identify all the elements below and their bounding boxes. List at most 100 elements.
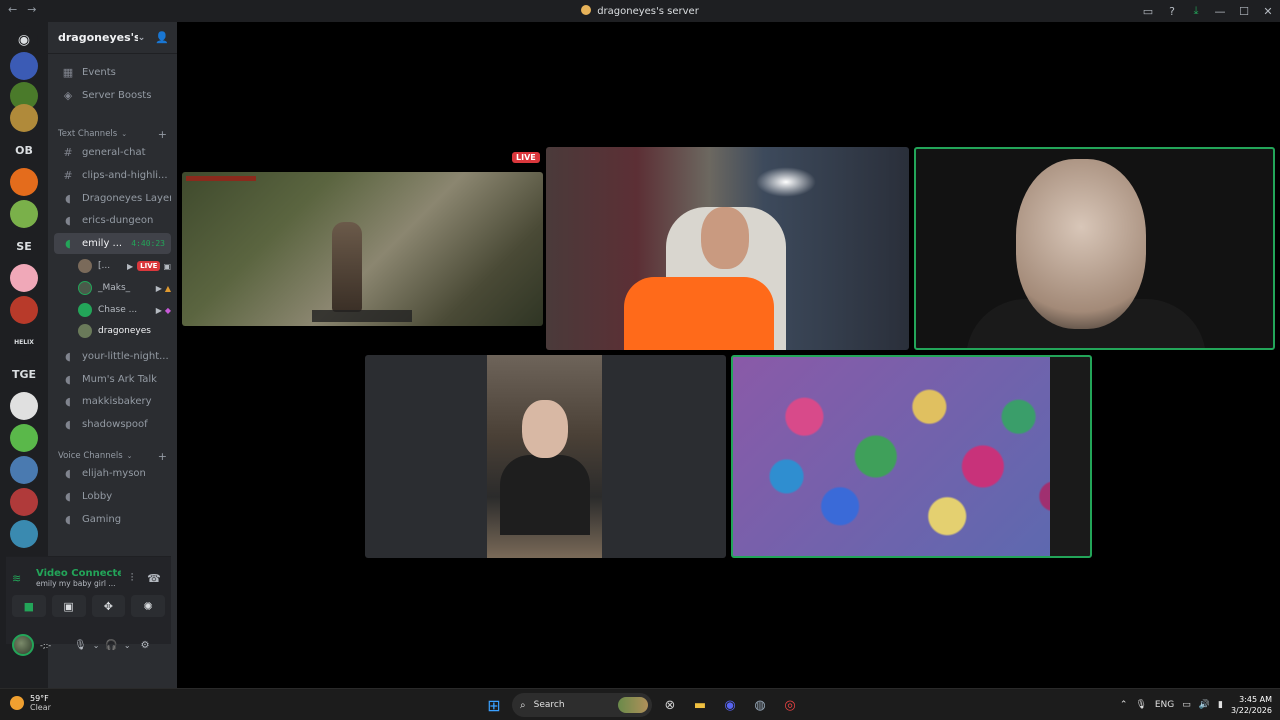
voice-user[interactable]: [... ▶ LIVE ▣ [78,256,171,276]
channel-lobby[interactable]: ◖ Lobby [54,486,171,507]
server-name: dragoneyes's ... [58,31,138,44]
category-label: Text Channels [58,129,118,139]
screen-share-button[interactable]: ▣ [51,595,86,617]
taskbar-search[interactable]: ⌕ Search [512,693,652,717]
server-icon[interactable] [10,52,38,80]
discord-taskbar-icon[interactable]: ◉ [718,693,742,717]
language-indicator[interactable]: ENG [1155,700,1174,710]
server-icon[interactable] [10,456,38,484]
minimize-button[interactable]: — [1208,5,1232,18]
voice-user[interactable]: _Maks_ ▶ ▲ [78,278,171,298]
download-icon[interactable]: ⤓ [1184,4,1208,18]
server-header[interactable]: dragoneyes's ... ⌄ 👤 [48,22,177,54]
chrome-icon[interactable]: ◎ [778,693,802,717]
server-icon[interactable] [10,520,38,548]
user-name[interactable]: -;:- [40,641,68,650]
copilot-icon[interactable]: ⊗ [658,693,682,717]
gear-icon[interactable]: ⚙ [141,640,150,651]
server-icon[interactable] [10,392,38,420]
user-bar: -;:- 🎙 ⌄ 🎧 ⌄ ⚙ [6,630,171,660]
network-icon[interactable]: ▭ [1182,700,1191,710]
channel-clips[interactable]: # clips-and-highli... [54,165,171,186]
voice-channel-name[interactable]: emily my baby girl ... [36,579,121,588]
speaker-icon: ◖ [65,214,71,227]
windows-start-icon[interactable]: ⊞ [482,693,506,717]
server-icon[interactable]: SE [10,232,38,260]
channel-label: Lobby [82,491,113,502]
invite-icon[interactable]: 👤 [155,31,169,44]
activities-button[interactable]: ✥ [91,595,126,617]
chevron-down-icon: ⌄ [137,32,146,43]
signal-icon[interactable]: ≋ [12,572,28,585]
speaker-icon: ◖ [65,192,71,205]
video-tile-candy[interactable] [731,355,1092,558]
channel-dragoneyes-layer[interactable]: ◖ Dragoneyes Layer [54,188,171,209]
voice-user-name: dragoneyes [98,326,151,336]
server-icon[interactable] [10,424,38,452]
file-explorer-icon[interactable]: ▬ [688,693,712,717]
discord-home-icon[interactable]: ◉ [10,26,38,54]
server-icon[interactable] [10,488,38,516]
headphones-icon[interactable]: 🎧 [105,640,117,651]
server-icon[interactable] [10,104,38,132]
server-icon[interactable]: TGE [10,360,38,388]
weather-condition: Clear [30,703,51,712]
channel-gaming[interactable]: ◖ Gaming [54,509,171,530]
stream-tile-game[interactable] [182,172,543,326]
avatar [78,259,92,273]
channel-emily-active[interactable]: ◖ emily ... 4:40:23 [54,233,171,254]
video-tile-speaking[interactable] [914,147,1275,350]
voice-user[interactable]: dragoneyes [78,321,171,341]
channel-erics-dungeon[interactable]: ◖ erics-dungeon [54,210,171,231]
soundboard-icon: ✺ [143,599,153,613]
channel-label: Gaming [82,514,122,525]
video-tile-streamer[interactable] [546,147,909,350]
channel-makkisbakery[interactable]: ◖ makkisbakery [54,391,171,412]
camera-button[interactable]: ■ [12,595,46,617]
chevron-up-icon[interactable]: ⌃ [1120,700,1128,710]
channel-general-chat[interactable]: # general-chat [54,142,171,163]
server-icon[interactable]: HELIX [10,328,38,356]
person-body [624,277,774,350]
server-icon[interactable]: OB [10,136,38,164]
server-icon[interactable] [10,296,38,324]
speaker-icon: ◖ [65,490,71,503]
person-body [500,455,590,535]
text-channels-category[interactable]: Text Channels ⌄ + [58,127,167,141]
video-tile-portrait[interactable] [365,355,726,558]
voice-status[interactable]: Video Connecte [36,568,121,579]
mic-icon[interactable]: 🎙 [1135,700,1146,710]
chevron-down-icon[interactable]: ⌄ [124,641,131,650]
clock[interactable]: 3:45 AM 3/22/2026 [1231,694,1272,716]
channel-your-little-night[interactable]: ◖ your-little-night... [54,346,171,367]
inbox-icon[interactable]: ▭ [1136,5,1160,18]
server-icon[interactable] [10,200,38,228]
channel-elijah-myson[interactable]: ◖ elijah-myson [54,463,171,484]
help-icon[interactable]: ? [1160,5,1184,18]
avatar[interactable] [12,634,34,656]
battery-icon[interactable]: ▮ [1218,700,1223,710]
voice-user[interactable]: Chase ... ▶ ◆ [78,300,171,320]
weather-icon [10,696,24,710]
time: 3:45 AM [1239,695,1272,704]
noise-suppression-icon[interactable]: ⫶ [121,571,143,585]
volume-icon[interactable]: 🔊 [1199,700,1210,710]
mic-icon[interactable]: 🎙 [74,640,87,651]
boosts-item[interactable]: ◈ Server Boosts [54,85,171,106]
server-icon[interactable] [10,168,38,196]
disconnect-icon[interactable]: ☎ [143,572,165,585]
add-channel-icon[interactable]: + [158,450,167,463]
server-icon[interactable] [10,264,38,292]
weather-widget[interactable]: 59°F Clear [10,694,51,712]
add-channel-icon[interactable]: + [158,128,167,141]
chevron-down-icon[interactable]: ⌄ [93,641,100,650]
close-button[interactable]: ✕ [1256,5,1280,18]
maximize-button[interactable]: ☐ [1232,5,1256,18]
voice-channels-category[interactable]: Voice Channels ⌄ + [58,449,167,463]
events-item[interactable]: ▦ Events [54,62,171,83]
steam-icon[interactable]: ◍ [748,693,772,717]
channel-mums-ark-talk[interactable]: ◖ Mum's Ark Talk [54,369,171,390]
soundboard-button[interactable]: ✺ [131,595,165,617]
speaker-icon: ◖ [65,395,71,408]
channel-shadowspoof[interactable]: ◖ shadowspoof [54,414,171,435]
